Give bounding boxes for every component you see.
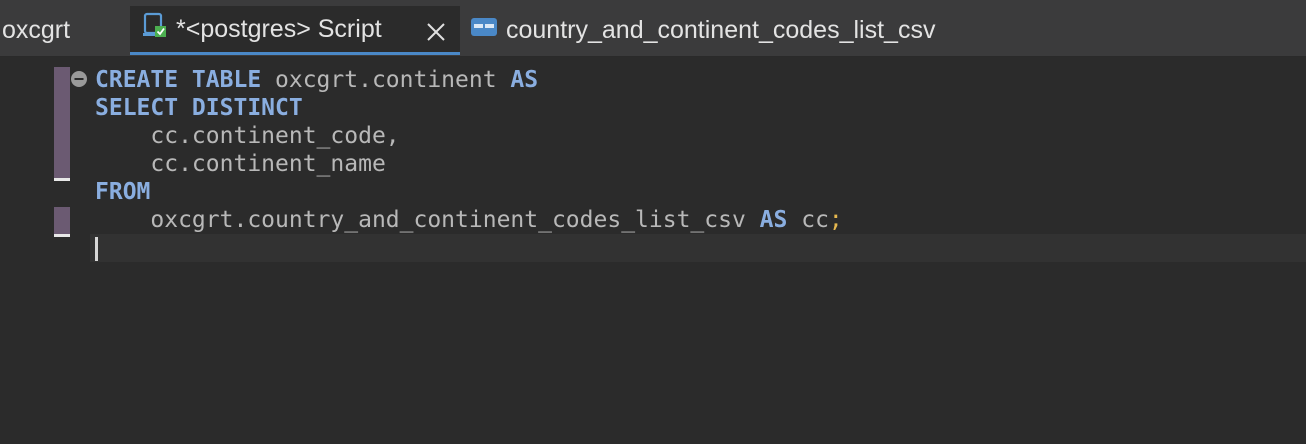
table-icon	[470, 16, 498, 45]
sql-editor[interactable]: CREATE TABLE oxcgrt.continent AS SELECT …	[0, 57, 1306, 444]
sql-keyword: FROM	[95, 179, 151, 205]
code-line: oxcgrt.country_and_continent_codes_list_…	[95, 206, 843, 234]
sql-identifier: cc.continent_name	[95, 151, 386, 177]
change-marker	[54, 67, 70, 181]
tab-oxcgrt[interactable]: oxcgrt	[0, 6, 128, 55]
sql-editor-window: oxcgrt *<postgres> Script country_and_co…	[0, 0, 1306, 444]
code-line: SELECT DISTINCT	[95, 94, 303, 122]
code-line: cc.continent_code,	[95, 122, 400, 150]
tab-label: *<postgres> Script	[176, 14, 382, 43]
current-line-highlight	[90, 234, 1306, 262]
sql-keyword: AS	[759, 207, 788, 233]
sql-keyword: CREATE TABLE	[95, 67, 262, 93]
tab-label: oxcgrt	[2, 16, 71, 44]
sql-identifier: cc	[787, 207, 829, 233]
change-marker	[54, 207, 70, 237]
tab-label: country_and_continent_codes_list_csv	[506, 16, 936, 44]
tab-country-continent-codes[interactable]: country_and_continent_codes_list_csv	[466, 6, 1006, 55]
close-icon[interactable]	[426, 20, 446, 41]
code-line: FROM	[95, 178, 150, 206]
sql-identifier: oxcgrt.country_and_continent_codes_list_…	[95, 207, 760, 233]
editor-tab-bar: oxcgrt *<postgres> Script country_and_co…	[0, 0, 1306, 57]
fold-collapse-icon[interactable]	[70, 70, 88, 88]
sql-keyword: SELECT DISTINCT	[95, 95, 303, 121]
sql-script-icon	[142, 12, 168, 47]
sql-keyword: AS	[510, 67, 539, 93]
code-line: CREATE TABLE oxcgrt.continent AS	[95, 66, 538, 94]
sql-identifier: oxcgrt.continent	[261, 67, 511, 93]
text-caret	[95, 237, 98, 261]
code-line: cc.continent_name	[95, 150, 386, 178]
sql-semicolon: ;	[828, 207, 843, 233]
sql-identifier: cc.continent_code,	[95, 123, 400, 149]
tab-postgres-script[interactable]: *<postgres> Script	[130, 6, 460, 55]
